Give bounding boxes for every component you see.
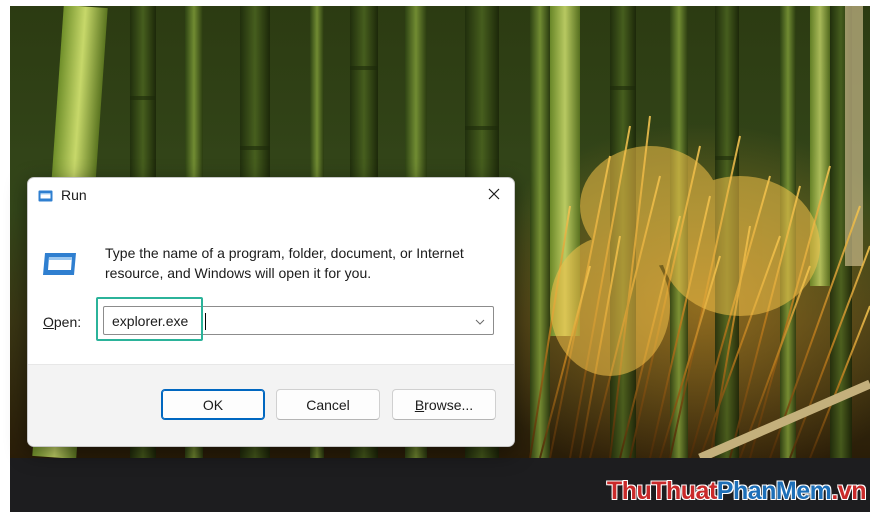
dialog-title: Run: [61, 187, 87, 203]
close-icon: [488, 187, 500, 205]
close-button[interactable]: [474, 178, 514, 214]
watermark-part3: .vn: [831, 477, 866, 505]
open-label-mnemonic: O: [43, 314, 54, 330]
browse-label-rest: rowse...: [424, 396, 474, 413]
open-label: Open:: [43, 314, 81, 330]
dropdown-button[interactable]: [467, 307, 493, 334]
dialog-footer: OK Cancel Browse...: [28, 364, 514, 446]
watermark-part2: PhanMem: [716, 477, 832, 505]
watermark-part1: ThuThuat: [606, 477, 717, 505]
browse-mnemonic: B: [414, 396, 425, 413]
text-caret: [205, 313, 206, 330]
title-bar: Run: [28, 178, 514, 214]
cancel-button[interactable]: Cancel: [276, 389, 380, 420]
watermark: ThuThuatPhanMem.vn: [606, 477, 867, 506]
run-icon: [38, 189, 53, 202]
dialog-description: Type the name of a program, folder, docu…: [105, 245, 464, 281]
browse-button[interactable]: Browse...: [392, 389, 496, 420]
open-input[interactable]: [104, 307, 472, 334]
open-combobox[interactable]: [103, 306, 494, 335]
open-label-rest: pen:: [53, 314, 82, 330]
chevron-down-icon: [475, 312, 485, 330]
run-dialog: Run Type the name of a program, folder, …: [27, 177, 515, 447]
ok-button[interactable]: OK: [161, 389, 265, 420]
run-icon: [42, 251, 78, 277]
